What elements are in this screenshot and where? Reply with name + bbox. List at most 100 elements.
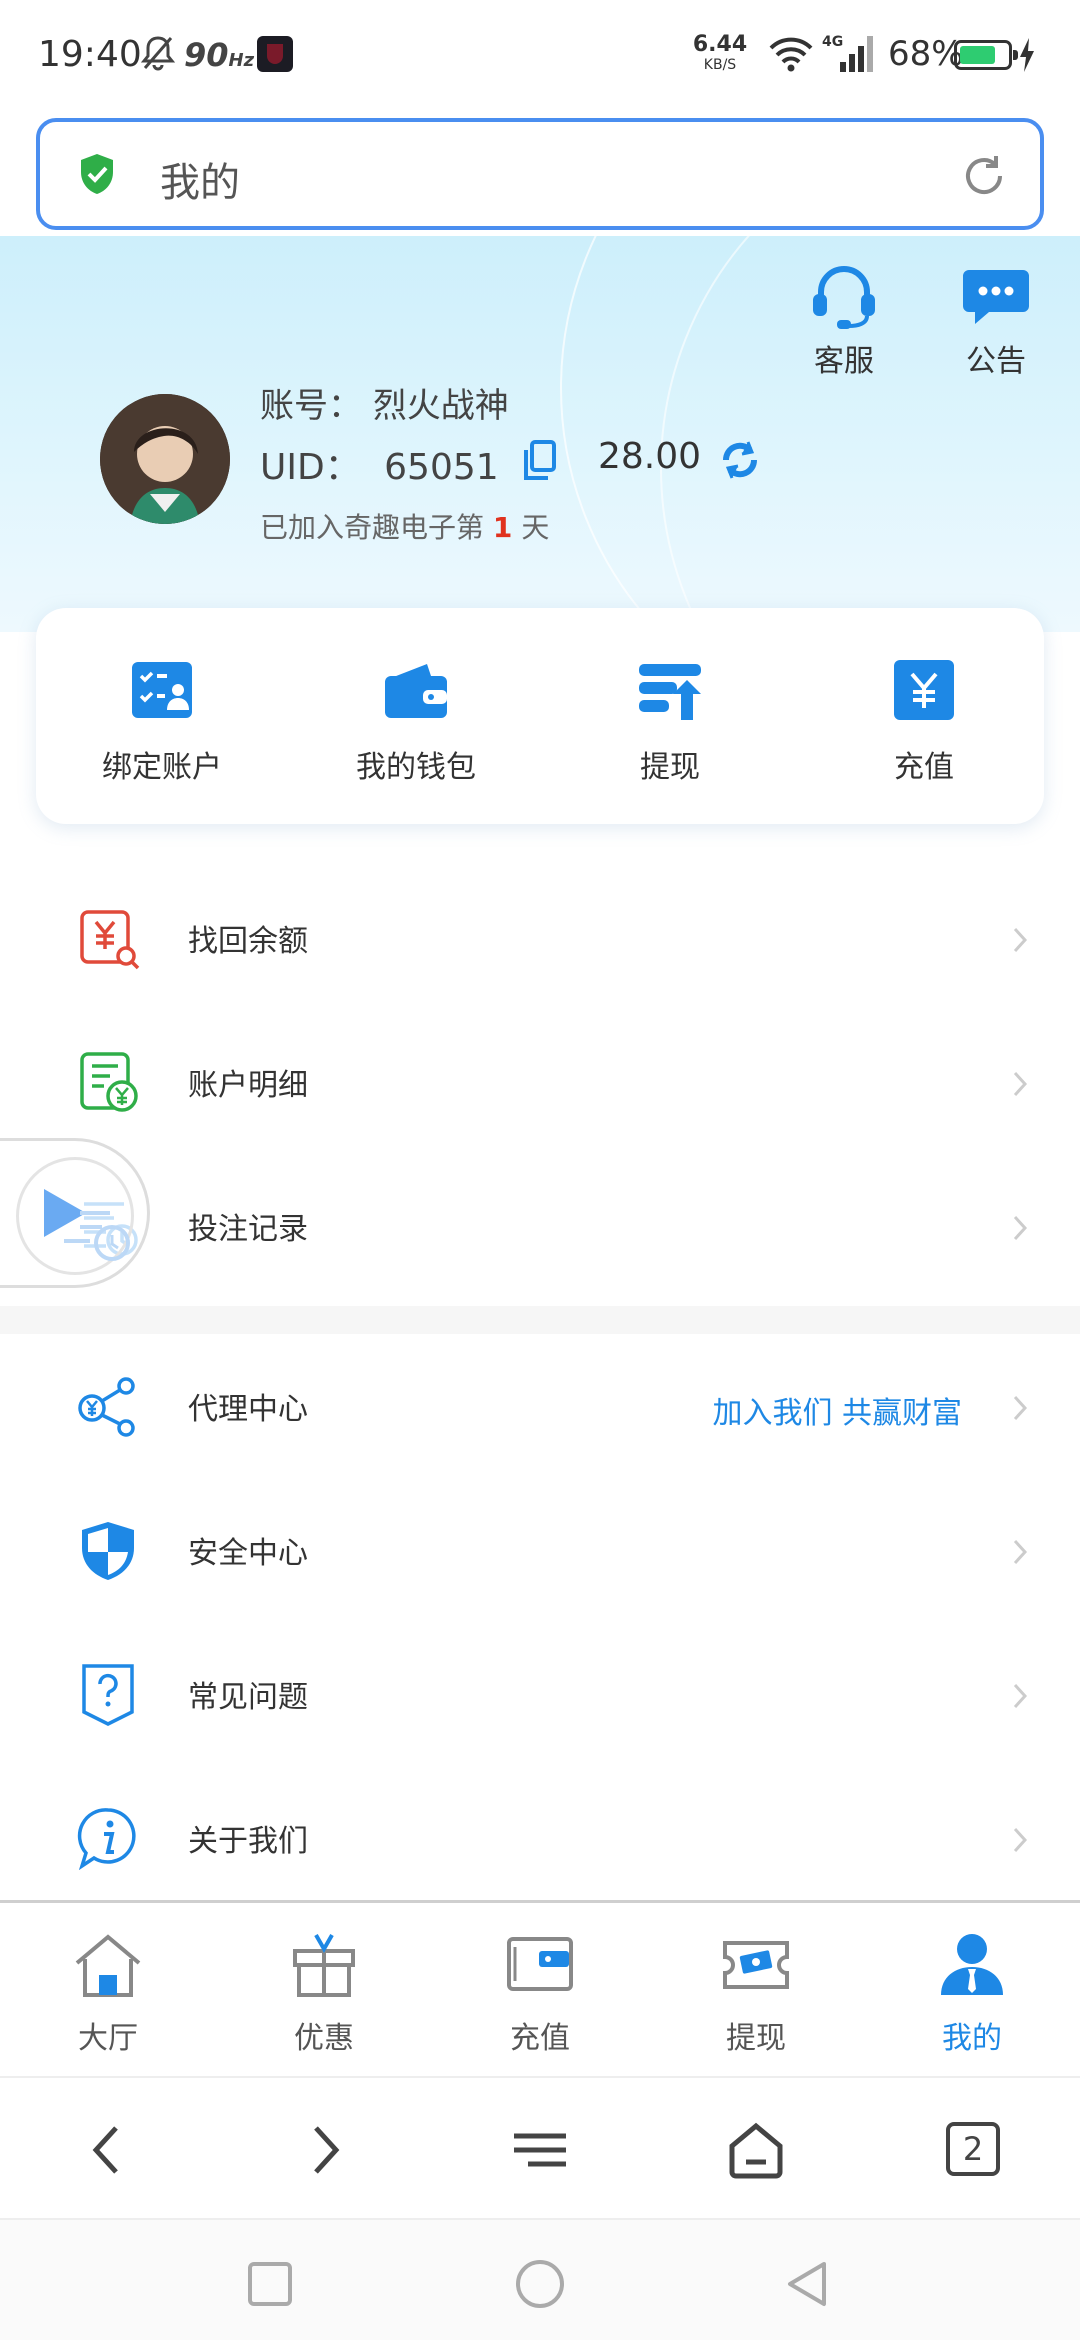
app-notification-icon [257, 36, 293, 72]
tab-withdraw[interactable]: 提现 [686, 1929, 826, 2057]
menu-label: 安全中心 [188, 1536, 308, 1571]
notice-button[interactable]: 公告 [946, 264, 1046, 380]
menu-faq[interactable]: 常见问题 [0, 1622, 1080, 1766]
wallet-card-icon [507, 1937, 573, 1991]
tab-recharge[interactable]: 充值 [470, 1929, 610, 2057]
menu-label: 关于我们 [188, 1824, 308, 1859]
floating-video-button[interactable] [0, 1138, 150, 1288]
play-history-icon [44, 1189, 130, 1261]
tab-lobby[interactable]: 大厅 [38, 1929, 178, 2057]
forward-icon[interactable] [292, 2118, 356, 2182]
menu-account-detail[interactable]: 账户明细 [0, 1010, 1080, 1154]
cash-icon [723, 1941, 789, 1989]
page: 19:40 90Hz 6.44 KB/S 4G 68% 我的 客服 公告 账号：… [0, 0, 1080, 2340]
back-icon[interactable] [76, 2118, 140, 2182]
home-circle-icon[interactable] [512, 2256, 568, 2312]
mute-bell-icon [140, 36, 176, 71]
quick-recharge[interactable]: 充值 [824, 660, 1024, 786]
chevron-right-icon [1013, 1827, 1028, 1853]
notice-label: 公告 [966, 344, 1026, 379]
network-speed: 6.44 KB/S [692, 32, 748, 73]
refresh-rate: 90Hz [184, 36, 255, 74]
avatar[interactable] [100, 394, 230, 524]
menu-icon[interactable] [508, 2118, 572, 2182]
menu-label: 常见问题 [188, 1680, 308, 1715]
chevron-right-icon [1013, 927, 1028, 953]
joined-days-number: 1 [492, 511, 513, 544]
signal-icon: 4G [822, 34, 873, 72]
tab-label: 提现 [726, 2021, 786, 2056]
status-bar: 19:40 90Hz 6.44 KB/S 4G 68% [0, 0, 1080, 110]
about-us-icon [77, 1808, 136, 1870]
faq-icon [82, 1664, 134, 1726]
customer-service-label: 客服 [814, 344, 874, 379]
menu-label: 投注记录 [188, 1212, 308, 1247]
charging-bolt-icon [1020, 38, 1034, 72]
browser-home-icon[interactable] [724, 2118, 788, 2182]
section-divider [0, 1306, 1080, 1334]
account-label: 账号： [260, 386, 362, 426]
uid-label: UID： [260, 447, 361, 488]
tab-mine[interactable]: 我的 [902, 1929, 1042, 2057]
address-title: 我的 [160, 160, 240, 206]
battery-percent: 68% [888, 34, 964, 74]
quick-label: 充值 [894, 750, 954, 785]
chevron-right-icon [1013, 1071, 1028, 1097]
recents-icon[interactable] [242, 2256, 298, 2312]
shield-check-icon [81, 154, 113, 194]
menu-recover-balance[interactable]: 找回余额 [0, 866, 1080, 1010]
quick-wallet[interactable]: 我的钱包 [316, 660, 516, 786]
agent-center-icon [78, 1377, 135, 1437]
battery-icon [954, 40, 1018, 70]
tab-promotions[interactable]: 优惠 [254, 1929, 394, 2057]
menu-label: 代理中心 [188, 1392, 308, 1427]
refresh-balance-icon[interactable] [718, 438, 762, 482]
wallet-icon [385, 664, 447, 718]
account-name: 烈火战神 [372, 386, 509, 426]
system-nav-bar [0, 2218, 1080, 2340]
reload-icon[interactable] [960, 152, 1008, 200]
recharge-icon [894, 660, 954, 720]
wifi-icon [769, 37, 813, 72]
tab-label: 我的 [942, 2021, 1002, 2056]
quick-withdraw[interactable]: 提现 [570, 660, 770, 786]
menu-label: 找回余额 [188, 924, 308, 959]
chevron-right-icon [1013, 1683, 1028, 1709]
menu-bet-record[interactable]: 投注记录 [0, 1154, 1080, 1298]
headset-icon [813, 266, 875, 329]
account-line: 账号： 烈火战神 [260, 378, 509, 427]
agent-promo-text: 加入我们 共赢财富 [712, 1396, 962, 1431]
quick-bind-account[interactable]: 绑定账户 [62, 660, 262, 786]
menu-security-center[interactable]: 安全中心 [0, 1478, 1080, 1622]
network-type: 4G [822, 34, 843, 50]
home-icon [75, 1934, 141, 1997]
tab-label: 优惠 [294, 2021, 354, 2056]
quick-label: 绑定账户 [102, 750, 222, 785]
joined-days-text: 已加入奇趣电子第 1 天 [260, 511, 550, 544]
customer-service-button[interactable]: 客服 [794, 264, 894, 380]
gift-icon [293, 1934, 355, 1997]
tabs-count-button[interactable]: 2 [946, 2122, 1000, 2176]
chevron-right-icon [1013, 1215, 1028, 1241]
quick-actions-card: 绑定账户 我的钱包 提现 充值 [36, 608, 1044, 824]
uid-value: 65051 [384, 447, 499, 488]
chevron-right-icon [1013, 1395, 1028, 1421]
bottom-tab-bar: 大厅 优惠 充值 提现 我的 [0, 1900, 1080, 2076]
address-bar[interactable]: 我的 [36, 118, 1044, 230]
tab-label: 大厅 [78, 2021, 138, 2056]
copy-icon[interactable] [522, 440, 558, 482]
account-detail-icon [80, 1052, 138, 1112]
quick-label: 提现 [640, 750, 700, 785]
back-triangle-icon[interactable] [780, 2256, 836, 2312]
security-center-icon [82, 1522, 134, 1580]
tab-label: 充值 [510, 2021, 570, 2056]
uid-line: UID： 65051 [260, 438, 499, 490]
bind-account-icon [132, 662, 192, 718]
user-icon [941, 1934, 1003, 1995]
withdraw-icon [639, 664, 701, 720]
menu-about-us[interactable]: 关于我们 [0, 1766, 1080, 1910]
status-time: 19:40 [38, 34, 142, 75]
chevron-right-icon [1013, 1539, 1028, 1565]
recover-balance-icon [80, 910, 140, 970]
menu-agent-center[interactable]: 代理中心 加入我们 共赢财富 [0, 1334, 1080, 1478]
